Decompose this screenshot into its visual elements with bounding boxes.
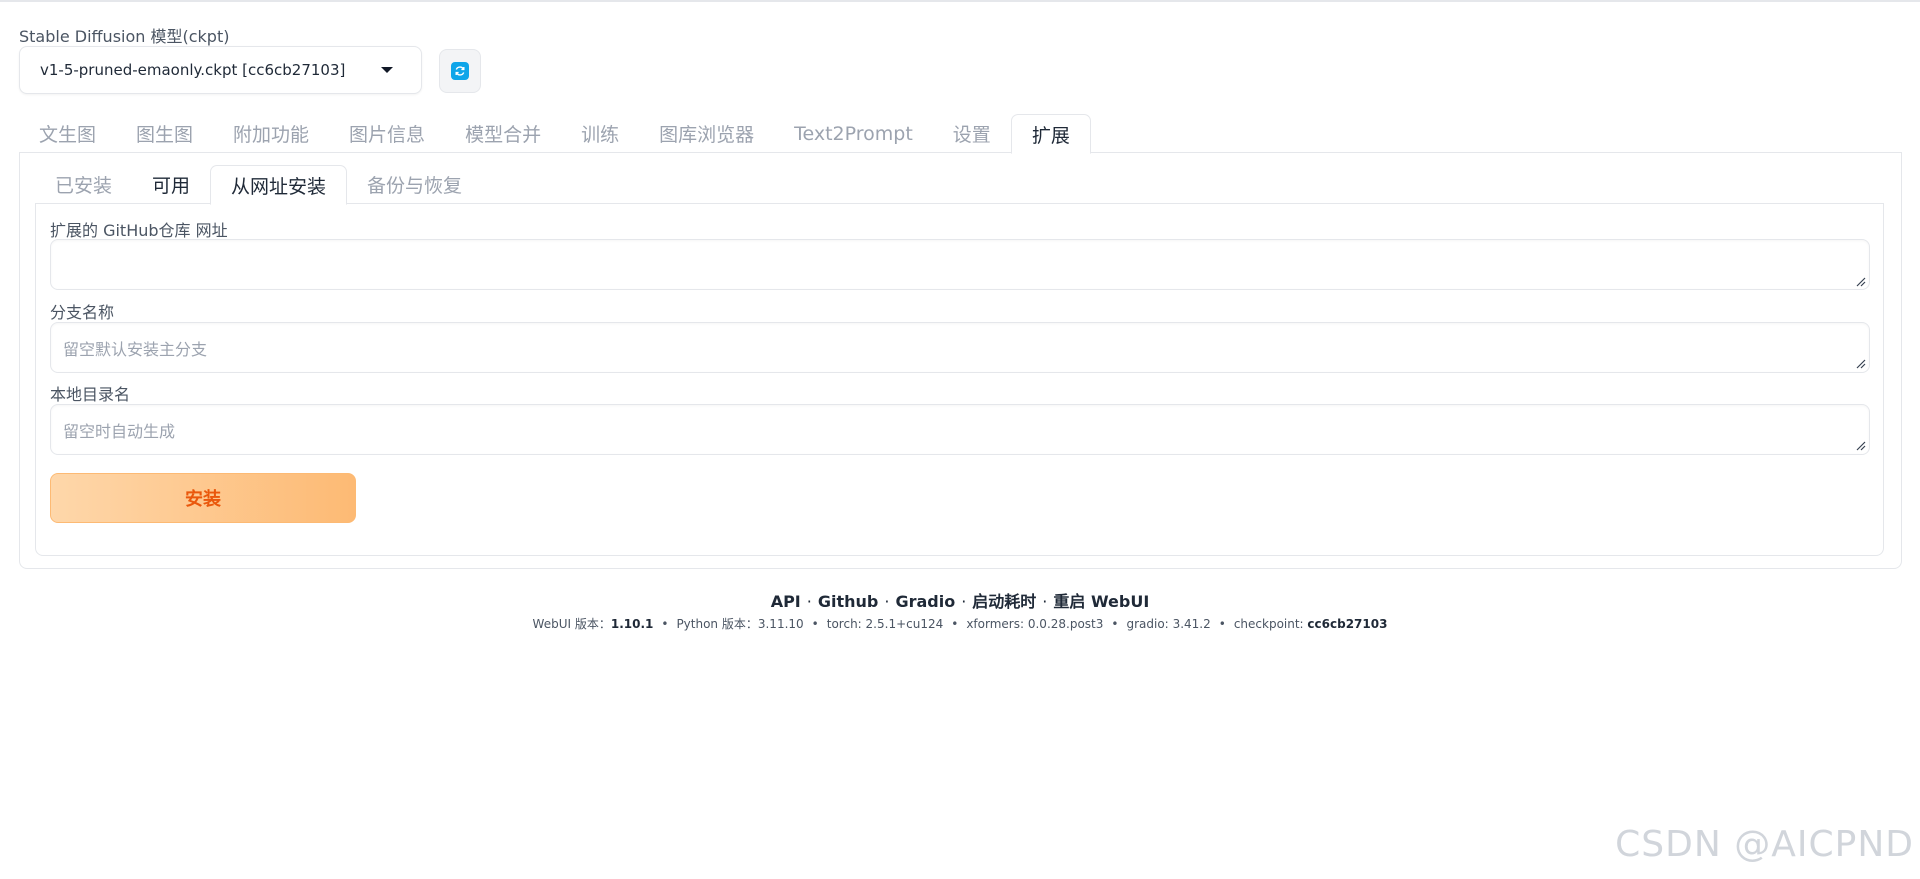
tab-checkpoint-merger[interactable]: 模型合并 — [445, 114, 561, 153]
tab-install-from-url[interactable]: 从网址安装 — [210, 165, 348, 205]
top-border — [0, 0, 1920, 2]
repo-url-input[interactable] — [50, 239, 1870, 290]
footer-versions: WebUI 版本：1.10.1 • Python 版本：3.11.10 • torch:… — [532, 617, 1388, 631]
watermark: CSDN @AICPND — [1615, 824, 1914, 865]
main-tab-bar: 文生图 图生图 附加功能 图片信息 模型合并 训练 图库浏览器 Text2Pro… — [19, 114, 1091, 154]
branch-name-input[interactable] — [50, 322, 1870, 373]
tab-installed[interactable]: 已安装 — [35, 165, 132, 204]
tab-settings[interactable]: 设置 — [933, 114, 1011, 153]
tab-png-info[interactable]: 图片信息 — [329, 114, 445, 153]
torch-version: 2.5.1+cu124 — [865, 617, 944, 631]
tab-backup-restore[interactable]: 备份与恢复 — [347, 165, 482, 204]
tab-train[interactable]: 训练 — [561, 114, 639, 153]
model-select-label: Stable Diffusion 模型(ckpt) — [19, 27, 230, 46]
extensions-sub-tab-bar: 已安装 可用 从网址安装 备份与恢复 — [35, 165, 482, 205]
python-version: 3.11.10 — [757, 617, 804, 631]
tab-text2prompt[interactable]: Text2Prompt — [774, 114, 933, 153]
tab-image-browser[interactable]: 图库浏览器 — [639, 114, 774, 153]
tab-available[interactable]: 可用 — [132, 165, 210, 204]
model-select-dropdown[interactable]: v1-5-pruned-emaonly.ckpt [cc6cb27103] — [19, 46, 422, 94]
checkpoint-hash: cc6cb27103 — [1307, 617, 1388, 631]
footer-link-reload-ui[interactable]: 重启 WebUI — [1053, 592, 1149, 611]
install-button[interactable]: 安装 — [50, 473, 356, 523]
branch-name-label: 分支名称 — [50, 303, 115, 322]
local-dir-input[interactable] — [50, 404, 1870, 455]
footer-link-github[interactable]: Github — [818, 592, 879, 611]
tab-extras[interactable]: 附加功能 — [213, 114, 329, 153]
tab-extensions[interactable]: 扩展 — [1010, 114, 1091, 154]
refresh-icon — [451, 62, 469, 80]
model-select-value: v1-5-pruned-emaonly.ckpt [cc6cb27103] — [40, 61, 346, 79]
xformers-version: 0.0.28.post3 — [1027, 617, 1104, 631]
footer-link-startup-profile[interactable]: 启动耗时 — [972, 592, 1036, 611]
local-dir-label: 本地目录名 — [50, 385, 131, 404]
tab-txt2img[interactable]: 文生图 — [19, 114, 116, 153]
repo-url-label: 扩展的 GitHub仓库 网址 — [50, 221, 228, 240]
webui-version: 1.10.1 — [610, 617, 654, 631]
gradio-version: 3.41.2 — [1172, 617, 1211, 631]
footer-links: API · Github · Gradio · 启动耗时 · 重启 WebUI — [770, 592, 1150, 611]
refresh-models-button[interactable] — [439, 49, 481, 93]
footer-link-api[interactable]: API — [771, 592, 801, 611]
chevron-down-icon — [381, 67, 393, 73]
footer-link-gradio[interactable]: Gradio — [895, 592, 955, 611]
tab-img2img[interactable]: 图生图 — [116, 114, 213, 153]
